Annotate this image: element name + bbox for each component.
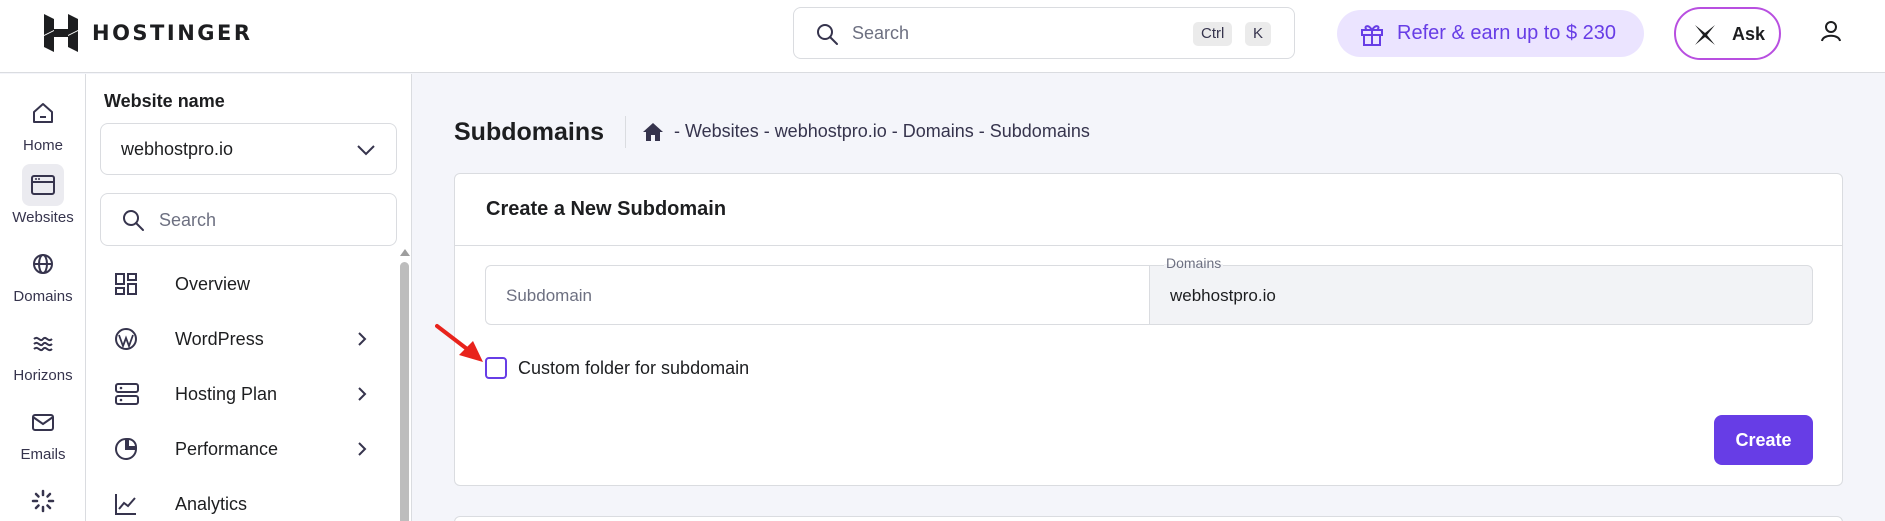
refer-label: Refer & earn up to $ 230	[1397, 22, 1617, 44]
wordpress-icon	[115, 328, 137, 350]
create-subdomain-card: Create a New Subdomain Subdomain Domains…	[435, 173, 1843, 486]
globe-icon	[22, 243, 64, 285]
search-icon	[123, 210, 144, 231]
sidebar-item-overview[interactable]: Overview	[100, 262, 380, 306]
chevron-right-icon	[358, 442, 367, 456]
sidebar-search-input[interactable]: Search	[100, 193, 397, 246]
home-icon[interactable]	[642, 122, 664, 142]
shortcut-key-ctrl: Ctrl	[1193, 22, 1233, 46]
sidebar-item-label: Hosting Plan	[175, 384, 278, 404]
hostinger-logo-icon	[44, 14, 78, 52]
icon-rail: Home Websites Domains Horizons Emails	[0, 74, 86, 521]
horizons-icon	[22, 322, 64, 364]
loading-icon	[22, 480, 64, 521]
rail-item-domains[interactable]: Domains	[0, 243, 86, 305]
card-title: Create a New Subdomain	[486, 198, 727, 220]
global-search-input[interactable]: Search Ctrl K	[793, 7, 1295, 59]
user-account-icon[interactable]	[1820, 20, 1842, 42]
gift-icon	[1361, 25, 1383, 46]
selected-website: webhostpro.io	[121, 139, 234, 159]
sidebar-scrollbar[interactable]	[397, 248, 411, 521]
sidebar-item-label: Overview	[175, 274, 251, 294]
sidebar-item-hosting-plan[interactable]: Hosting Plan	[100, 372, 380, 416]
rail-item-emails[interactable]: Emails	[0, 401, 86, 463]
refer-earn-button[interactable]: Refer & earn up to $ 230	[1337, 10, 1644, 57]
ai-spark-icon	[1695, 25, 1715, 45]
rail-label: Horizons	[13, 367, 73, 384]
title-divider	[625, 116, 626, 148]
search-placeholder: Search	[852, 23, 910, 43]
rail-label: Domains	[13, 288, 73, 305]
sidebar-title: Website name	[104, 91, 225, 111]
domains-label: Domains	[1164, 255, 1224, 271]
rail-item-websites[interactable]: Websites	[0, 164, 86, 226]
scrollbar-thumb[interactable]	[400, 262, 409, 521]
pie-chart-icon	[115, 437, 138, 460]
breadcrumb-path[interactable]: - Websites - webhostpro.io - Domains - S…	[674, 121, 1090, 142]
domains-value: webhostpro.io	[1170, 286, 1276, 305]
sidebar-item-wordpress[interactable]: WordPress	[100, 317, 380, 361]
chevron-right-icon	[358, 387, 367, 401]
brand-name: HOSTINGER	[92, 21, 253, 45]
grid-icon	[115, 273, 137, 295]
sidebar-search-placeholder: Search	[159, 210, 217, 230]
chevron-right-icon	[358, 332, 367, 346]
rail-label: Websites	[12, 209, 74, 226]
home-icon	[22, 92, 64, 134]
browser-window-icon	[22, 164, 64, 206]
rail-label: Home	[22, 137, 63, 154]
page-title: Subdomains	[454, 118, 605, 146]
shortcut-key-k: K	[1245, 22, 1272, 46]
create-button[interactable]: Create	[1714, 415, 1813, 465]
chevron-down-icon	[357, 145, 375, 156]
card-header: Create a New Subdomain	[455, 174, 1842, 246]
website-select[interactable]: webhostpro.io	[100, 123, 397, 175]
server-icon	[115, 383, 139, 405]
subdomain-input[interactable]: Subdomain	[485, 265, 1149, 325]
hostinger-logo[interactable]: HOSTINGER	[44, 14, 253, 52]
domains-field: Domains webhostpro.io	[1149, 255, 1813, 325]
rail-item-home[interactable]: Home	[0, 92, 86, 154]
breadcrumb: - Websites - webhostpro.io - Domains - S…	[642, 121, 1090, 142]
website-sidebar: Website name webhostpro.io Search Overvi…	[86, 74, 412, 521]
ask-label: Ask	[1732, 24, 1766, 44]
subdomains-list-card	[454, 516, 1843, 521]
custom-folder-label[interactable]: Custom folder for subdomain	[518, 358, 749, 379]
top-bar: HOSTINGER Search Ctrl K Refer & earn up …	[0, 0, 1885, 73]
sidebar-item-analytics[interactable]: Analytics	[100, 482, 380, 521]
rail-label: Emails	[20, 446, 66, 463]
trend-chart-icon	[115, 494, 136, 515]
rail-item-horizons[interactable]: Horizons	[0, 322, 86, 384]
search-icon	[817, 24, 838, 45]
mail-icon	[22, 401, 64, 443]
subdomain-placeholder: Subdomain	[506, 286, 593, 305]
red-pointer-arrow-icon	[435, 324, 483, 362]
sidebar-item-label: WordPress	[175, 329, 264, 349]
sidebar-item-label: Performance	[175, 439, 279, 459]
ask-ai-button[interactable]: Ask	[1674, 7, 1781, 60]
custom-folder-checkbox[interactable]	[485, 357, 507, 379]
main-content: Subdomains - Websites - webhostpro.io - …	[412, 74, 1885, 521]
rail-item-more[interactable]	[0, 480, 86, 521]
sidebar-item-performance[interactable]: Performance	[100, 427, 380, 471]
sidebar-item-label: Analytics	[175, 494, 248, 514]
scroll-up-arrow-icon[interactable]	[400, 248, 410, 256]
